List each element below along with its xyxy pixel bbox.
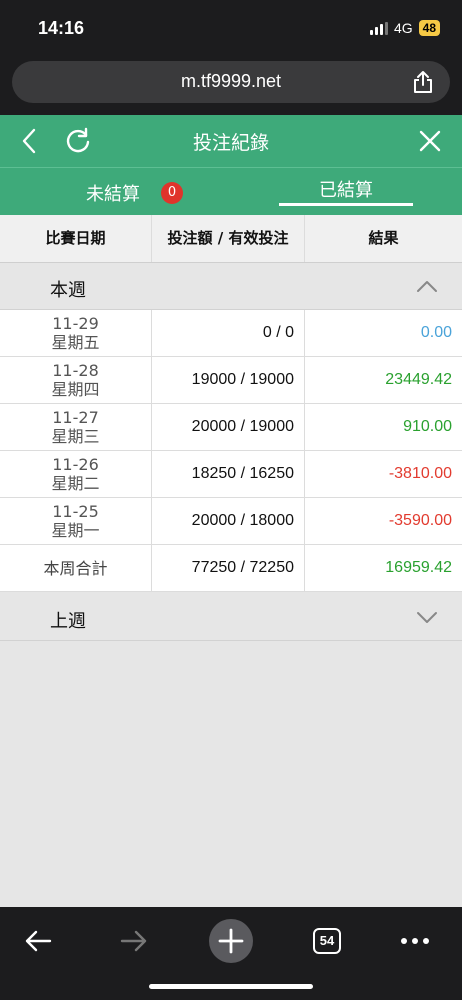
column-header-result: 結果 [368, 229, 399, 247]
browser-toolbar: 54 [0, 907, 462, 1000]
amount-cell: 0 / 0 [152, 310, 305, 356]
total-amount: 77250 / 72250 [152, 545, 305, 591]
total-label: 本周合計 [0, 545, 152, 591]
date-text: 11-28 [52, 361, 99, 380]
table-row[interactable]: 11-28 星期四 19000 / 19000 23449.42 [0, 357, 462, 404]
group-last-week[interactable]: 上週 [0, 594, 462, 641]
tab-settled[interactable]: 已結算 [231, 168, 462, 216]
date-text: 11-26 [52, 455, 99, 474]
share-icon[interactable] [412, 70, 434, 94]
result-cell: 0.00 [420, 324, 452, 341]
date-cell: 11-28 星期四 [0, 357, 152, 403]
tab-bar: 未結算 0 已結算 [0, 167, 462, 215]
amount-cell: 20000 / 18000 [152, 498, 305, 544]
browser-back-icon[interactable] [24, 928, 52, 954]
column-header-amount: 投注額 / 有效投注 [152, 215, 305, 262]
unsettled-count-badge: 0 [161, 182, 183, 204]
date-cell: 11-25 星期一 [0, 498, 152, 544]
status-bar: 14:16 4G 48 [0, 0, 462, 58]
date-cell: 11-27 星期三 [0, 404, 152, 450]
close-icon[interactable] [418, 129, 442, 153]
amount-cell: 18250 / 16250 [152, 451, 305, 497]
group-last-week-label: 上週 [50, 611, 86, 632]
weekday-text: 星期四 [51, 380, 100, 399]
app-header: 投注紀錄 [0, 115, 462, 167]
browser-forward-icon[interactable] [120, 928, 148, 954]
table-row[interactable]: 11-25 星期一 20000 / 18000 -3590.00 [0, 498, 462, 545]
weekday-text: 星期五 [51, 333, 100, 352]
table-row[interactable]: 11-26 星期二 18250 / 16250 -3810.00 [0, 451, 462, 498]
amount-cell: 19000 / 19000 [152, 357, 305, 403]
date-text: 11-25 [52, 502, 99, 521]
home-indicator [149, 984, 313, 989]
table-row[interactable]: 11-27 星期三 20000 / 19000 910.00 [0, 404, 462, 451]
weekday-text: 星期二 [51, 474, 100, 493]
week-total-row: 本周合計 77250 / 72250 16959.42 [0, 545, 462, 592]
status-time: 14:16 [38, 18, 85, 38]
column-header-date: 比賽日期 [0, 215, 152, 262]
tab-settled-label: 已結算 [319, 180, 373, 201]
date-text: 11-27 [52, 408, 99, 427]
total-result: 16959.42 [385, 559, 452, 576]
date-cell: 11-29 星期五 [0, 310, 152, 356]
weekday-text: 星期一 [51, 521, 100, 540]
chevron-up-icon[interactable] [416, 277, 438, 295]
amount-cell: 20000 / 19000 [152, 404, 305, 450]
page-title: 投注紀錄 [192, 132, 269, 154]
group-this-week-label: 本週 [50, 280, 86, 301]
result-cell: 910.00 [403, 418, 452, 435]
status-indicators: 4G 48 [369, 20, 440, 36]
plus-icon [218, 928, 244, 954]
more-icon[interactable] [400, 937, 430, 945]
table-header: 比賽日期 投注額 / 有效投注 結果 [0, 215, 462, 263]
weekday-text: 星期三 [51, 427, 100, 446]
tab-unsettled-label: 未結算 [86, 184, 140, 205]
url-text[interactable]: m.tf9999.net [12, 71, 450, 92]
signal-icon [369, 21, 388, 35]
table-row[interactable]: 11-29 星期五 0 / 0 0.00 [0, 310, 462, 357]
new-tab-button[interactable] [209, 919, 253, 963]
group-this-week[interactable]: 本週 [0, 263, 462, 310]
result-cell: -3810.00 [388, 465, 452, 482]
this-week-rows: 11-29 星期五 0 / 0 0.00 11-28 星期四 19000 / 1… [0, 310, 462, 592]
browser-address-area: m.tf9999.net [0, 58, 462, 115]
network-label: 4G [393, 20, 413, 36]
chevron-down-icon[interactable] [416, 608, 438, 626]
active-tab-indicator [279, 203, 413, 206]
result-cell: 23449.42 [385, 371, 452, 388]
date-cell: 11-26 星期二 [0, 451, 152, 497]
result-cell: -3590.00 [388, 512, 452, 529]
address-bar[interactable]: m.tf9999.net [12, 61, 450, 103]
tab-unsettled[interactable]: 未結算 0 [0, 168, 231, 216]
date-text: 11-29 [52, 314, 99, 333]
battery-icon: 48 [418, 20, 440, 36]
tabs-count-button[interactable]: 54 [313, 928, 341, 954]
